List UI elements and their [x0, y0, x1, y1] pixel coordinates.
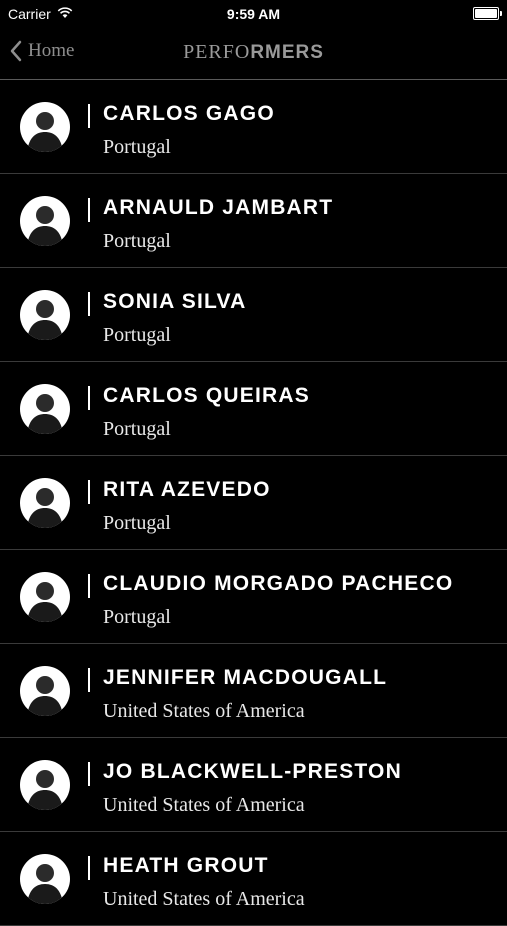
- name-divider: [88, 668, 90, 692]
- avatar: [20, 760, 70, 810]
- page-title-light: PERFO: [183, 41, 251, 63]
- performer-name: CLAUDIO MORGADO PACHECO: [103, 572, 454, 595]
- list-item[interactable]: JO BLACKWELL-PRESTON United States of Am…: [0, 738, 507, 832]
- name-divider: [88, 104, 90, 128]
- name-divider: [88, 762, 90, 786]
- avatar: [20, 666, 70, 716]
- performer-name: SONIA SILVA: [103, 290, 247, 313]
- name-divider: [88, 198, 90, 222]
- avatar: [20, 196, 70, 246]
- performer-country: Portugal: [103, 512, 171, 534]
- avatar: [20, 572, 70, 622]
- name-divider: [88, 292, 90, 316]
- list-item[interactable]: HEATH GROUT United States of America: [0, 832, 507, 926]
- avatar: [20, 290, 70, 340]
- avatar: [20, 854, 70, 904]
- list-item[interactable]: RITA AZEVEDO Portugal: [0, 456, 507, 550]
- performer-country: United States of America: [103, 794, 305, 816]
- page-title-bold: RMERS: [250, 42, 324, 63]
- list-item[interactable]: CARLOS QUEIRAS Portugal: [0, 362, 507, 456]
- performer-name: JO BLACKWELL-PRESTON: [103, 760, 402, 783]
- avatar: [20, 384, 70, 434]
- performer-name: HEATH GROUT: [103, 854, 269, 877]
- performer-country: United States of America: [103, 700, 305, 722]
- name-divider: [88, 480, 90, 504]
- status-bar: Carrier 9:59 AM: [0, 0, 507, 28]
- performer-name: CARLOS QUEIRAS: [103, 384, 310, 407]
- performer-country: Portugal: [103, 230, 171, 252]
- name-divider: [88, 574, 90, 598]
- performer-country: Portugal: [103, 136, 171, 158]
- list-item[interactable]: ARNAULD JAMBART Portugal: [0, 174, 507, 268]
- list-item[interactable]: CARLOS GAGO Portugal: [0, 80, 507, 174]
- performers-list: CARLOS GAGO Portugal ARNAULD JAMBART Por…: [0, 80, 507, 926]
- list-item[interactable]: CLAUDIO MORGADO PACHECO Portugal: [0, 550, 507, 644]
- performer-country: Portugal: [103, 606, 171, 628]
- performer-name: ARNAULD JAMBART: [103, 196, 334, 219]
- list-item[interactable]: JENNIFER MACDOUGALL United States of Ame…: [0, 644, 507, 738]
- name-divider: [88, 386, 90, 410]
- performer-country: Portugal: [103, 418, 171, 440]
- navigation-bar: Home PERFORMERS: [0, 28, 507, 80]
- page-title: PERFORMERS: [0, 41, 507, 64]
- list-item[interactable]: SONIA SILVA Portugal: [0, 268, 507, 362]
- performer-country: Portugal: [103, 324, 171, 346]
- name-divider: [88, 856, 90, 880]
- battery-icon: [473, 7, 502, 20]
- performer-name: RITA AZEVEDO: [103, 478, 271, 501]
- clock: 9:59 AM: [226, 6, 281, 22]
- performer-name: CARLOS GAGO: [103, 102, 275, 125]
- performer-name: JENNIFER MACDOUGALL: [103, 666, 388, 689]
- avatar: [20, 102, 70, 152]
- avatar: [20, 478, 70, 528]
